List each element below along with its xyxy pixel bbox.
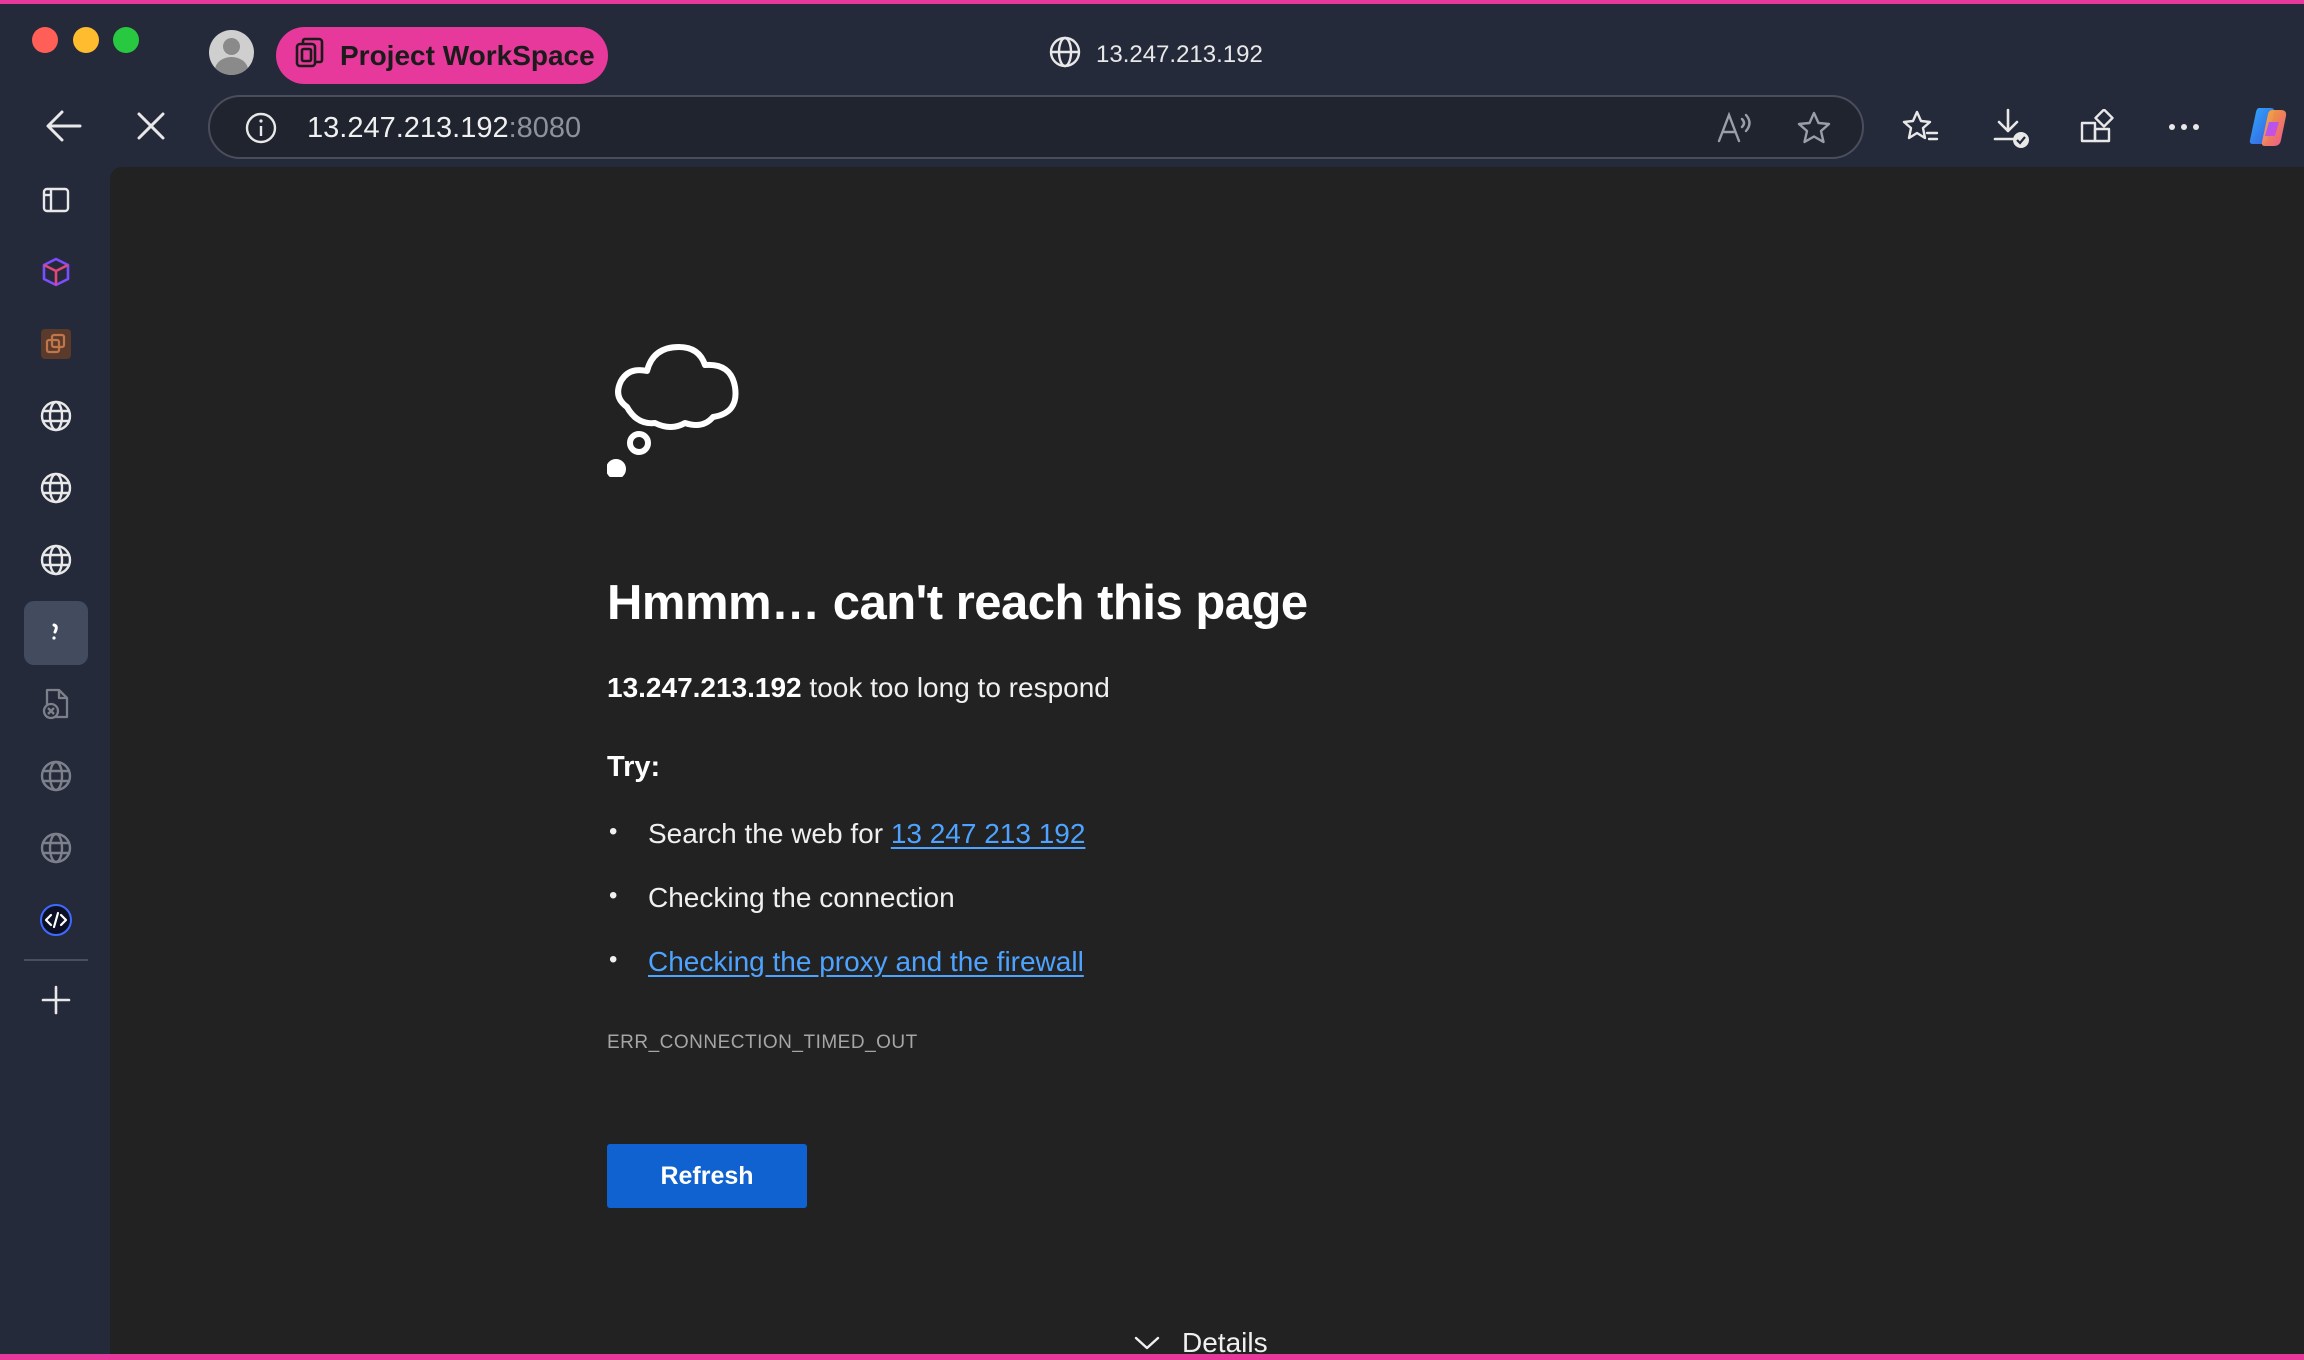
sidebar-item-site-2[interactable] bbox=[26, 458, 86, 518]
sidebar-item-active-tab[interactable] bbox=[24, 601, 88, 665]
sidebar-divider bbox=[24, 959, 88, 961]
proxy-firewall-link[interactable]: Checking the proxy and the firewall bbox=[648, 946, 1084, 978]
tab-title-text: 13.247.213.192 bbox=[1096, 41, 1263, 68]
address-bar[interactable]: 13.247.213.192:8080 bbox=[208, 95, 1864, 159]
globe-icon bbox=[40, 544, 72, 576]
workspace-label: Project WorkSpace bbox=[340, 39, 595, 71]
more-menu-button[interactable] bbox=[2162, 105, 2206, 149]
error-code: ERR_CONNECTION_TIMED_OUT bbox=[607, 1032, 918, 1053]
globe-icon bbox=[40, 760, 72, 792]
bullet: • bbox=[609, 882, 618, 909]
error-host: 13.247.213.192 bbox=[607, 672, 802, 703]
globe-icon bbox=[40, 400, 72, 432]
sidebar-item-site-4[interactable] bbox=[26, 746, 86, 806]
plus-icon bbox=[41, 985, 71, 1015]
tab-actions-icon bbox=[42, 187, 70, 213]
favorites-button[interactable] bbox=[1898, 105, 1942, 149]
sidebar-item-site-3[interactable] bbox=[26, 530, 86, 590]
extensions-icon bbox=[2080, 109, 2114, 143]
details-toggle[interactable]: Details bbox=[1134, 1327, 1268, 1354]
copilot-icon bbox=[2249, 108, 2287, 146]
sidebar-item-dev-tools[interactable] bbox=[26, 890, 86, 950]
workspace-button[interactable]: Project WorkSpace bbox=[276, 27, 608, 84]
window-minimize-button[interactable] bbox=[73, 27, 99, 53]
search-web-link[interactable]: 13 247 213 192 bbox=[891, 818, 1086, 849]
more-icon bbox=[2169, 124, 2199, 130]
star-icon[interactable] bbox=[1796, 110, 1832, 151]
app-tile-icon bbox=[41, 329, 71, 359]
downloads-button[interactable] bbox=[1989, 105, 2033, 151]
url-text[interactable]: 13.247.213.192:8080 bbox=[307, 112, 581, 145]
try-heading: Try: bbox=[607, 751, 661, 783]
sidebar-item-site-1[interactable] bbox=[26, 386, 86, 446]
window-close-button[interactable] bbox=[32, 27, 58, 53]
refresh-button[interactable]: Refresh bbox=[607, 1144, 807, 1208]
download-icon bbox=[1993, 108, 2029, 148]
profile-avatar[interactable] bbox=[209, 30, 254, 75]
sidebar-tab-actions[interactable] bbox=[26, 170, 86, 230]
back-button[interactable] bbox=[41, 103, 87, 149]
globe-icon bbox=[40, 832, 72, 864]
error-description: 13.247.213.192 took too long to respond bbox=[607, 672, 1110, 703]
bullet: • bbox=[609, 946, 618, 973]
error-title: Hmmm… can't reach this page bbox=[607, 576, 1308, 630]
site-info-icon[interactable] bbox=[244, 111, 278, 150]
globe-icon bbox=[1048, 35, 1082, 76]
details-label: Details bbox=[1182, 1327, 1268, 1354]
cube-icon bbox=[42, 257, 70, 287]
sidebar-add-button[interactable] bbox=[26, 970, 86, 1030]
loading-spinner-icon bbox=[52, 623, 58, 640]
globe-icon bbox=[40, 472, 72, 504]
window-maximize-button[interactable] bbox=[113, 27, 139, 53]
thought-cloud-icon bbox=[606, 327, 757, 482]
close-icon bbox=[137, 112, 165, 140]
stop-loading-button[interactable] bbox=[128, 103, 174, 149]
code-icon bbox=[40, 904, 72, 936]
workspaces-icon bbox=[294, 36, 328, 75]
chevron-down-icon bbox=[1134, 1336, 1160, 1350]
favorites-icon bbox=[1902, 110, 1939, 141]
sidebar-item-blocked-file[interactable] bbox=[26, 674, 86, 734]
sidebar-item-collections-app[interactable] bbox=[26, 314, 86, 374]
browser-window: Project WorkSpace 13.247.213.192 13.247.… bbox=[0, 4, 2304, 1354]
extensions-button[interactable] bbox=[2075, 105, 2119, 149]
sidebar-item-cube-app[interactable] bbox=[26, 242, 86, 302]
file-error-icon bbox=[42, 688, 69, 720]
copilot-button[interactable] bbox=[2244, 103, 2292, 151]
page-content: Hmmm… can't reach this page 13.247.213.1… bbox=[110, 167, 2304, 1354]
read-aloud-icon[interactable] bbox=[1716, 111, 1754, 150]
arrow-left-icon bbox=[46, 110, 82, 142]
active-tab-title: 13.247.213.192 bbox=[1048, 35, 1263, 75]
bullet: • bbox=[609, 818, 618, 845]
sidebar-item-site-5[interactable] bbox=[26, 818, 86, 878]
